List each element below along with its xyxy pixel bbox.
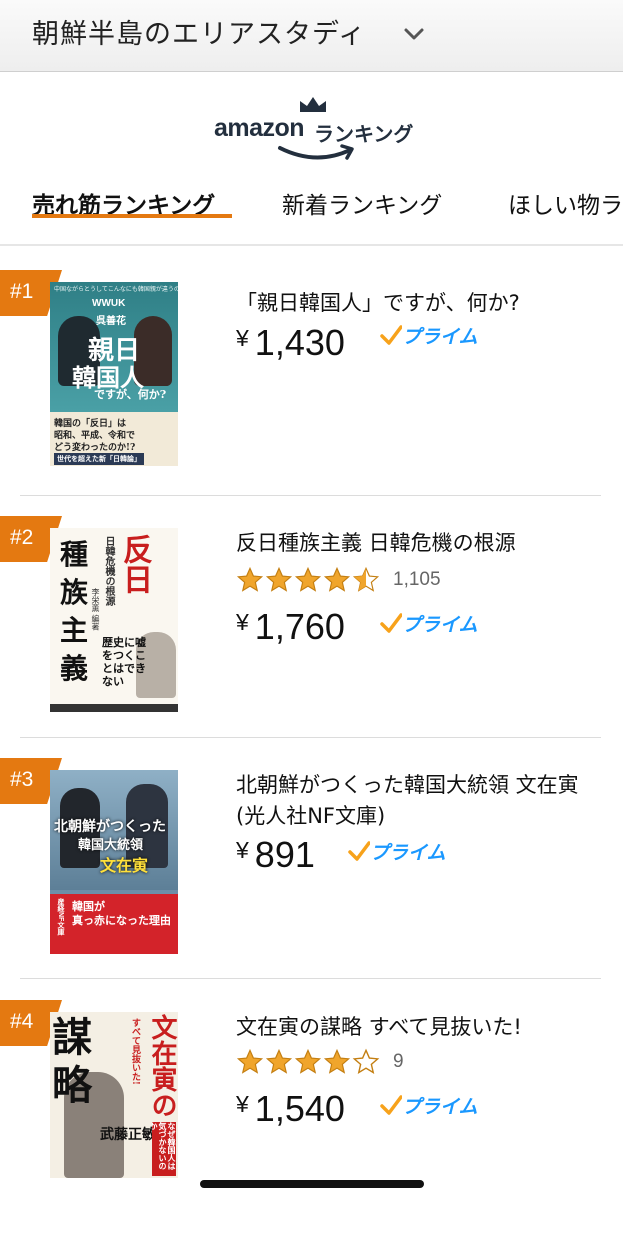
star-full-icon — [265, 1048, 293, 1074]
tabs-divider — [0, 244, 623, 246]
cover-line3: 文在寅 — [100, 856, 149, 875]
ranking-wordmark: ランキング — [314, 122, 414, 146]
cover-big-title: 謀略 — [52, 1014, 92, 1109]
amazon-ranking-logo: amazon ランキング — [214, 96, 414, 166]
ranking-item[interactable]: #2 種族主義 日韓危機の根源 反日 李栄薫 編著 歴史に嘘をつくことはできない… — [0, 516, 623, 756]
review-count[interactable]: 9 — [393, 1051, 404, 1073]
star-empty-icon — [352, 1048, 380, 1074]
cover-author-en: WWUK — [92, 298, 126, 309]
cover-black-title: 種族主義 — [60, 538, 89, 685]
cover-blurb: 歴史に嘘をつくことはできない — [102, 636, 146, 688]
cover-blurb3: どう変わったのか!? — [54, 443, 136, 453]
item-title[interactable]: 反日種族主義 日韓危機の根源 — [236, 528, 602, 559]
active-tab-underline — [32, 214, 232, 218]
crown-icon — [300, 97, 326, 112]
cover-subtitle: すべて見抜いた! — [130, 1018, 140, 1085]
price: ¥1,430 — [236, 322, 345, 364]
price: ¥1,540 — [236, 1088, 345, 1130]
item-title[interactable]: 北朝鮮がつくった韓国大統領 文在寅 (光人社NF文庫) — [236, 770, 602, 832]
ranking-item[interactable]: #3 北朝鮮がつくった 韓国大統領 文在寅 韓国が 真っ赤になった理由 産経NF… — [0, 758, 623, 998]
price-currency: ¥ — [236, 325, 249, 351]
ranking-item[interactable]: #4 謀略 文在寅の すべて見抜いた! 武藤正敏 なぜ韓国人は気づかないのか 文… — [0, 1000, 623, 1240]
prime-check-icon — [380, 325, 403, 345]
price-currency: ¥ — [236, 609, 249, 635]
book-cover[interactable]: 謀略 文在寅の すべて見抜いた! 武藤正敏 なぜ韓国人は気づかないのか — [50, 1012, 178, 1178]
price-value: 1,540 — [254, 1088, 345, 1129]
prime-badge: プライム — [348, 838, 446, 865]
star-half-icon — [352, 566, 380, 592]
item-divider — [20, 978, 601, 979]
cover-subtitle: 日韓危機の根源 — [103, 536, 114, 606]
cover-red-title: 文在寅の — [147, 1014, 177, 1118]
price-currency: ¥ — [236, 1091, 249, 1117]
prime-badge: プライム — [380, 1092, 478, 1119]
cover-editor: 李栄薫 編著 — [91, 588, 100, 631]
star-full-icon — [294, 566, 322, 592]
item-title[interactable]: 「親日韓国人」ですが、何か? — [236, 288, 602, 319]
cover-author-jp: 呉善花 — [96, 316, 126, 327]
cover-tagline: 世代を超えた新「日韓論」 — [54, 453, 144, 465]
cover-blurb: なぜ韓国人は気づかないのか — [152, 1122, 176, 1176]
star-full-icon — [265, 566, 293, 592]
star-rating[interactable]: 9 — [236, 1048, 404, 1076]
category-title[interactable]: 朝鮮半島のエリアスタディ — [32, 12, 366, 51]
home-indicator[interactable] — [200, 1180, 424, 1188]
cover-series: 産経NF文庫 — [57, 898, 64, 936]
price-currency: ¥ — [236, 837, 249, 863]
prime-check-icon — [348, 841, 371, 861]
price-value: 1,430 — [254, 322, 345, 363]
cover-top-line: 中国ながらとうしてこんなにも韓国親が違うのか — [54, 286, 178, 293]
price-value: 1,760 — [254, 606, 345, 647]
item-divider — [20, 737, 601, 738]
chevron-down-icon[interactable] — [400, 20, 428, 48]
cover-band2: 真っ赤になった理由 — [72, 914, 171, 927]
prime-check-icon — [380, 613, 403, 633]
cover-line1: 北朝鮮がつくった — [54, 819, 166, 835]
amazon-wordmark: amazon — [214, 114, 305, 142]
review-count[interactable]: 1,105 — [393, 569, 441, 591]
star-full-icon — [323, 566, 351, 592]
star-full-icon — [236, 566, 264, 592]
prime-badge: プライム — [380, 610, 478, 637]
book-cover[interactable]: 北朝鮮がつくった 韓国大統領 文在寅 韓国が 真っ赤になった理由 産経NF文庫 — [50, 770, 178, 954]
star-full-icon — [323, 1048, 351, 1074]
tab-wishlist[interactable]: ほしい物ラ — [508, 186, 623, 220]
star-rating[interactable]: 1,105 — [236, 566, 441, 594]
cover-title-line3: ですが、何か? — [94, 388, 167, 401]
star-full-icon — [294, 1048, 322, 1074]
item-divider — [20, 495, 601, 496]
amazon-smile-icon — [278, 144, 354, 160]
price: ¥891 — [236, 834, 315, 876]
price: ¥1,760 — [236, 606, 345, 648]
cover-author: 武藤正敏 — [100, 1127, 156, 1143]
prime-check-icon — [380, 1095, 403, 1115]
item-title[interactable]: 文在寅の謀略 すべて見抜いた! — [236, 1012, 602, 1043]
cover-red-title: 反日 — [117, 534, 152, 594]
price-value: 891 — [254, 834, 315, 875]
prime-badge: プライム — [380, 322, 478, 349]
category-header[interactable]: 朝鮮半島のエリアスタディ — [0, 0, 623, 72]
ranking-item[interactable]: #1 中国ながらとうしてこんなにも韓国親が違うのか WWUK 呉善花 親日 韓国… — [0, 270, 623, 510]
book-cover[interactable]: 中国ながらとうしてこんなにも韓国親が違うのか WWUK 呉善花 親日 韓国人 で… — [50, 282, 178, 466]
tab-new-releases[interactable]: 新着ランキング — [282, 186, 442, 220]
cover-line2: 韓国大統領 — [78, 838, 144, 853]
star-full-icon — [236, 1048, 264, 1074]
book-cover[interactable]: 種族主義 日韓危機の根源 反日 李栄薫 編著 歴史に嘘をつくことはできない — [50, 528, 178, 712]
